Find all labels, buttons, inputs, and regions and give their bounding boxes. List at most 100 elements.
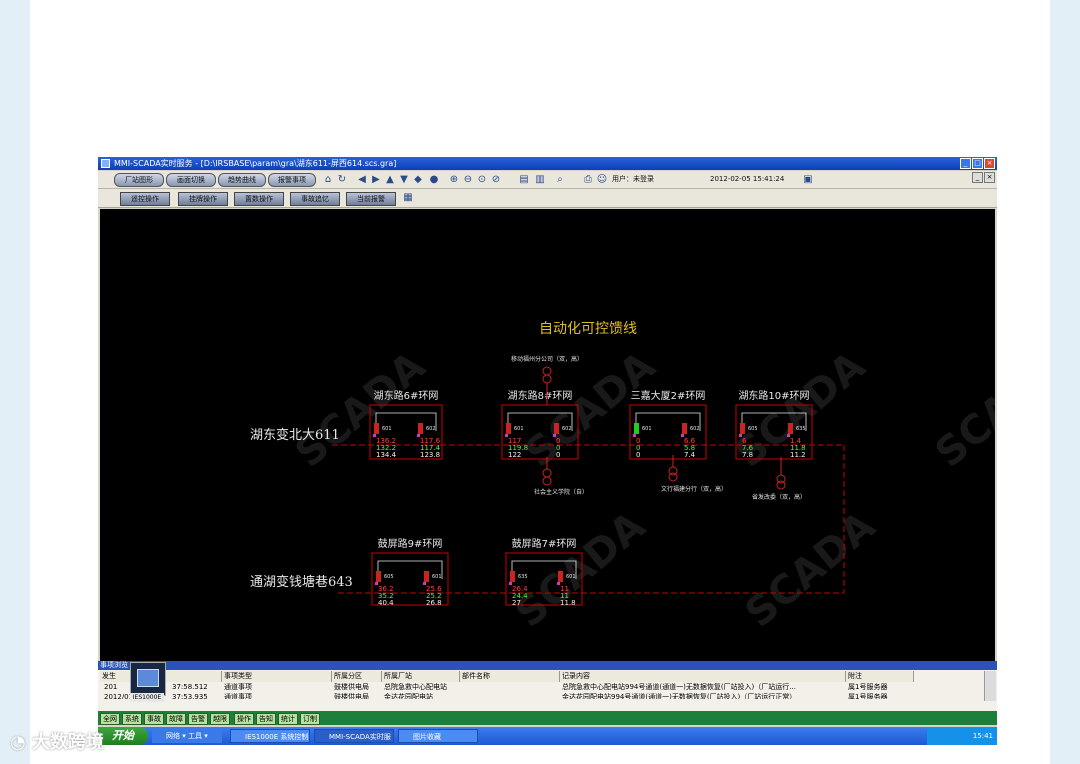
measure-value: 0 [556,451,560,459]
home-icon[interactable]: ⌂ [322,174,334,185]
ring-unit[interactable]: 三嘉大厦2#环网6010006026.65.87.4 [629,389,707,460]
tab-all[interactable]: 全网 [100,713,120,725]
calendar-icon[interactable]: ▦ [402,192,414,203]
tab-fault[interactable]: 故障 [166,713,186,725]
breaker-switch[interactable] [554,423,559,434]
measure-value: 11.2 [790,451,806,459]
measure-value: 134.4 [376,451,397,459]
graph-button[interactable]: 厂站图形 [114,173,164,187]
tab-statistics[interactable]: 统计 [278,713,298,725]
zoom-fit-icon[interactable]: ⊙ [476,174,488,185]
settings-icon[interactable]: ▣ [802,174,814,185]
feeder-diagram: SCADA SCADA SCADA SCADA SCADA SCADA 自动化可… [250,321,995,637]
tab-limit[interactable]: 越限 [210,713,230,725]
accident-recall-button[interactable]: 事故追忆 [290,192,340,206]
down-icon[interactable]: ▼ [398,174,410,185]
breaker-switch[interactable] [740,423,745,434]
row2-station: 金达花园配电站 [384,693,433,699]
switch-id: 635 [796,426,806,432]
event-scrollbar[interactable] [984,671,996,701]
up-icon[interactable]: ▲ [384,174,396,185]
tab-system[interactable]: 系统 [122,713,142,725]
breaker-switch[interactable] [558,571,563,582]
zoom-out-icon[interactable]: ⊖ [462,174,474,185]
tab-accident[interactable]: 事故 [144,713,164,725]
globe-icon[interactable]: ● [428,174,440,185]
remote-control-button[interactable]: 遥控操作 [120,192,170,206]
print-icon[interactable]: ▤ [518,174,530,185]
breaker-switch[interactable] [510,571,515,582]
breaker-switch[interactable] [682,423,687,434]
measure-value: 27 [512,599,521,607]
minimize-button[interactable]: _ [960,158,971,169]
switch-id: 601 [382,426,392,432]
measure-value: 40.4 [378,599,394,607]
forward-icon[interactable]: ▶ [370,174,382,185]
ring-name: 湖东路6#环网 [374,389,439,402]
tag-button[interactable]: 挂牌操作 [178,192,228,206]
zoom-area-icon[interactable]: ⊘ [490,174,502,185]
child-minimize-button[interactable]: _ [972,172,983,183]
set-value-button[interactable]: 置数操作 [234,192,284,206]
breaker-switch[interactable] [376,571,381,582]
task-console[interactable]: IES1000E 系统控制台 [230,729,310,743]
current-alarm-button[interactable]: 当前报警 [346,192,396,206]
feeder-label-1: 湖东变北大611 [250,427,340,443]
breaker-switch[interactable] [506,423,511,434]
row2-note: 属1号服务器 [848,693,888,699]
event-panel: 事项浏览 发生 事项类型 所属分区 所属厂站 部件名称 记录内容 附注 201 … [98,661,997,711]
breaker-switch[interactable] [418,423,423,434]
start-button[interactable]: 开始 [98,727,148,745]
switch-id: 602 [562,426,572,432]
load-label-1: 移动福州分公司（双，高） [511,355,583,363]
watermark-4: SCADA [927,343,995,477]
ring-name: 鼓屏路7#环网 [512,537,577,550]
measure-value: 123.8 [420,451,440,459]
switch-id: 602 [426,426,436,432]
tab-alarm[interactable]: 告警 [188,713,208,725]
maximize-button[interactable]: □ [972,158,983,169]
ring-unit[interactable]: 鼓屏路9#环网60536.235.240.460125.625.226.8 [371,537,449,607]
network-tools-menu[interactable]: 网络 ▾ 工具 ▾ [152,729,222,743]
col-station[interactable]: 所属厂站 [382,671,460,682]
switch-view-button[interactable]: 画面切换 [166,173,216,187]
switch-id: 601 [566,574,576,580]
zoom-in-icon[interactable]: ⊕ [448,174,460,185]
printer-icon[interactable]: ⎙ [582,174,594,185]
event-panel-title: 事项浏览 [98,661,997,670]
clock: 15:41 [972,732,993,740]
trend-button[interactable]: 趋势曲线 [218,173,266,187]
col-note[interactable]: 附注 [846,671,914,682]
breaker-switch[interactable] [424,571,429,582]
tab-operation[interactable]: 操作 [234,713,254,725]
row2-type: 通道事项 [224,693,252,699]
tab-custom[interactable]: 订制 [300,713,320,725]
col-content[interactable]: 记录内容 [560,671,846,682]
switch-id: 601 [642,426,652,432]
refresh-icon[interactable]: ↻ [336,174,348,185]
task-scada[interactable]: MMI-SCADA实时服 [314,729,394,743]
search-icon[interactable]: ⌕ [554,174,566,185]
col-part[interactable]: 部件名称 [460,671,560,682]
back-icon[interactable]: ◀ [356,174,368,185]
measure-value: 122 [508,451,521,459]
ring-name: 鼓屏路9#环网 [378,537,443,550]
col-type[interactable]: 事项类型 [222,671,332,682]
taskbar-thumbnail [130,662,166,696]
print-preview-icon[interactable]: ▥ [534,174,546,185]
child-close-button[interactable]: × [984,172,995,183]
switch-id: 635 [518,574,528,580]
layer-icon[interactable]: ◆ [412,174,424,185]
col-zone[interactable]: 所属分区 [332,671,382,682]
user-icon[interactable]: ☺ [596,174,608,185]
breaker-switch[interactable] [374,423,379,434]
task-pictures[interactable]: 图片收藏 [398,729,478,743]
operation-toolbar: 遥控操作 挂牌操作 置数操作 事故追忆 当前报警 ▦ [98,189,997,208]
close-button[interactable]: × [984,158,995,169]
breaker-switch[interactable] [634,423,639,434]
measure-value: 0 [636,451,640,459]
tab-notice[interactable]: 告知 [256,713,276,725]
alarm-button[interactable]: 报警事项 [268,173,316,187]
breaker-switch[interactable] [788,423,793,434]
ring-unit[interactable]: 湖东路6#环网601136.2132.2134.4602117.6117.412… [369,389,443,460]
